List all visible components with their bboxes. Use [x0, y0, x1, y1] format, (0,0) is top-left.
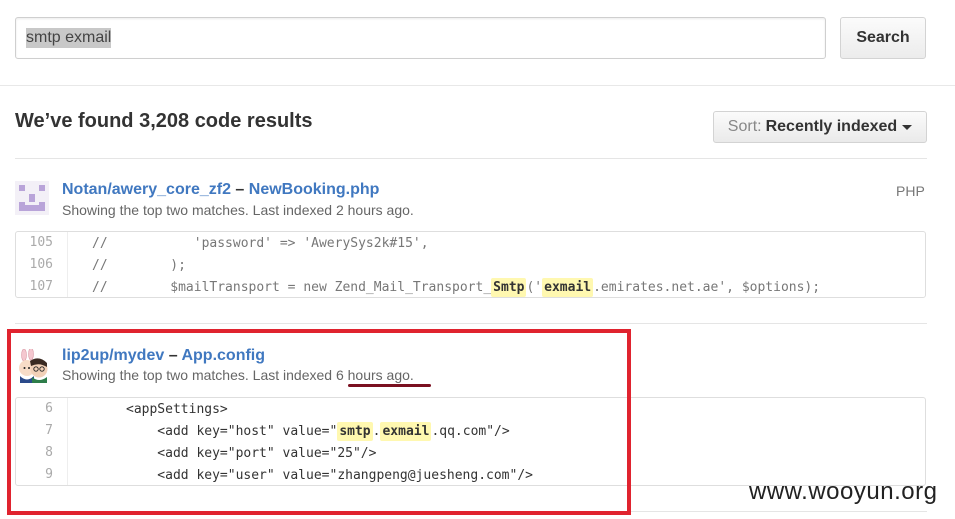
language-label[interactable]: PHP: [896, 183, 925, 199]
sort-label: Sort:: [727, 118, 762, 135]
code-segment: .emirates.net.ae', $options);: [593, 279, 821, 295]
line-text: // );: [68, 258, 186, 273]
code-segment: (': [526, 279, 543, 295]
line-text: // $mailTransport = new Zend_Mail_Transp…: [68, 277, 821, 297]
result-title: Notan/awery_core_zf2 – NewBooking.php: [62, 181, 379, 199]
results-divider: [15, 158, 927, 159]
watermark-text: www.wooyun.org: [749, 478, 938, 505]
code-line: 107 // $mailTransport = new Zend_Mail_Tr…: [16, 276, 925, 297]
sort-value: Recently indexed: [765, 118, 898, 135]
search-button[interactable]: Search: [840, 17, 926, 59]
code-segment: // 'password' => 'AwerySys2k#15',: [92, 235, 429, 251]
header-divider: [0, 85, 955, 86]
code-line: 105 // 'password' => 'AwerySys2k#15',: [16, 232, 925, 254]
line-text: // 'password' => 'AwerySys2k#15',: [68, 236, 429, 251]
line-number[interactable]: 107: [16, 276, 68, 297]
match-highlight: exmail: [542, 277, 594, 297]
line-number[interactable]: 106: [16, 254, 68, 276]
annotation-highlight-box: [7, 329, 631, 515]
code-segment: // );: [92, 257, 186, 273]
code-line: 106 // );: [16, 254, 925, 276]
search-input[interactable]: smtp exmail: [15, 17, 826, 59]
identicon-avatar[interactable]: [15, 181, 49, 215]
repo-link[interactable]: Notan/awery_core_zf2: [62, 181, 231, 198]
search-query-text: smtp exmail: [26, 28, 112, 48]
file-link[interactable]: NewBooking.php: [249, 181, 380, 198]
match-highlight: Smtp: [491, 277, 527, 297]
result-meta: Showing the top two matches. Last indexe…: [62, 202, 414, 218]
results-count-heading: We’ve found 3,208 code results: [15, 110, 313, 132]
sort-dropdown[interactable]: Sort: Recently indexed: [713, 111, 927, 143]
line-number[interactable]: 105: [16, 232, 68, 254]
chevron-down-icon: [902, 124, 913, 130]
result-divider: [15, 323, 927, 324]
code-snippet: 105 // 'password' => 'AwerySys2k#15', 10…: [15, 231, 926, 298]
title-separator: –: [235, 181, 245, 198]
code-segment: // $mailTransport = new Zend_Mail_Transp…: [92, 279, 492, 295]
